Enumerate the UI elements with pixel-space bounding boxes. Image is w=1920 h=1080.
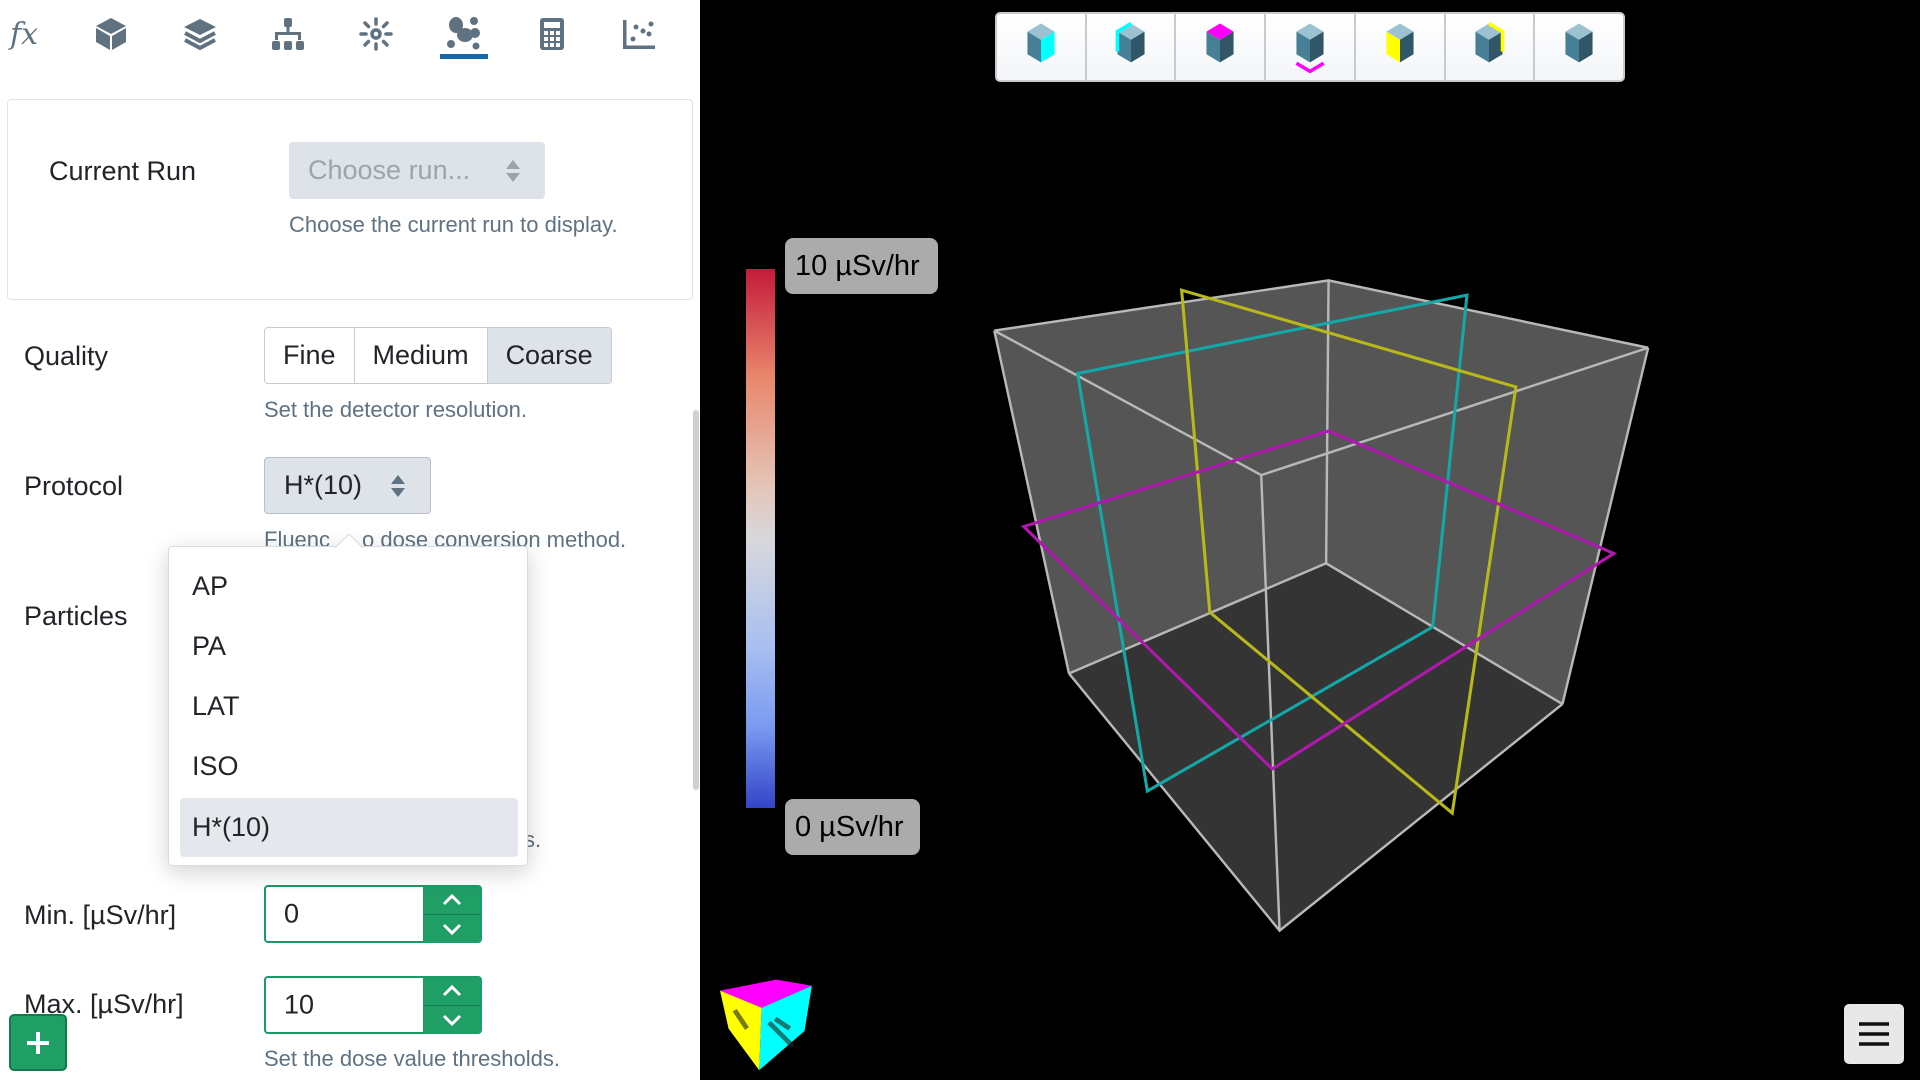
side-panel: fx Current Run Choose run... Choose the … — [0, 0, 700, 1080]
select-arrows-icon — [506, 159, 520, 182]
quality-option-coarse[interactable]: Coarse — [487, 328, 611, 383]
radiation-icon[interactable] — [354, 12, 398, 56]
current-run-select[interactable]: Choose run... — [289, 142, 545, 199]
max-stepper — [423, 977, 481, 1034]
view-front-icon — [1027, 23, 1055, 63]
colorbar-max-label: 10 µSv/hr — [785, 238, 938, 294]
quality-help: Set the detector resolution. — [264, 397, 527, 422]
protocol-option-ap[interactable]: AP — [180, 557, 518, 616]
hamburger-icon — [1859, 1022, 1889, 1046]
current-run-card: Current Run Choose run... Choose the cur… — [7, 99, 693, 300]
protocol-option-lat[interactable]: LAT — [180, 677, 518, 736]
increment-button[interactable] — [423, 977, 481, 1006]
function-icon[interactable]: fx — [2, 12, 46, 56]
current-run-help: Choose the current run to display. — [289, 212, 618, 237]
hierarchy-icon[interactable] — [266, 12, 310, 56]
min-stepper — [423, 886, 481, 943]
colorbar-min-label: 0 µSv/hr — [785, 799, 920, 855]
view-right-icon — [1475, 21, 1505, 63]
quality-option-fine[interactable]: Fine — [265, 328, 355, 383]
scatter-chart-icon[interactable] — [617, 12, 661, 56]
view-top-button[interactable] — [1176, 14, 1267, 80]
protocol-option-iso[interactable]: ISO — [180, 737, 518, 796]
3d-viewport[interactable] — [700, 0, 1920, 1080]
scrollbar[interactable] — [693, 410, 699, 790]
add-button[interactable] — [9, 1014, 67, 1071]
protocol-option-pa[interactable]: PA — [180, 617, 518, 676]
view-top-icon — [1206, 23, 1234, 63]
view-right-button[interactable] — [1446, 14, 1536, 80]
protocol-select[interactable]: H*(10) — [264, 457, 431, 514]
view-bottom-button[interactable] — [1266, 14, 1356, 80]
max-input[interactable]: 10 — [264, 976, 482, 1034]
protocol-dropdown: AP PA LAT ISO H*(10) — [168, 533, 528, 866]
threshold-help: Set the dose value thresholds. — [264, 1046, 560, 1071]
select-arrows-icon — [391, 474, 405, 497]
chevron-down-icon — [442, 923, 462, 935]
box-icon[interactable] — [89, 12, 133, 56]
menu-button[interactable] — [1844, 1004, 1904, 1064]
protocol-label: Protocol — [24, 471, 124, 501]
view-left-icon — [1386, 23, 1414, 63]
view-bottom-icon — [1295, 23, 1325, 74]
dropdown-caret — [335, 533, 363, 548]
calculator-icon[interactable] — [530, 12, 574, 56]
min-label: Min. [µSv/hr] — [24, 900, 177, 930]
view-toolbar — [995, 12, 1625, 82]
chevron-down-icon — [442, 1014, 462, 1026]
current-run-label: Current Run — [49, 156, 197, 186]
view-back-button[interactable] — [1087, 14, 1177, 80]
quality-segmented-control: Fine Medium Coarse — [264, 327, 612, 384]
layers-icon[interactable] — [178, 12, 222, 56]
min-input[interactable]: 0 — [264, 885, 482, 943]
plus-icon — [27, 1031, 49, 1054]
view-iso-icon — [1565, 23, 1593, 63]
particles-icon[interactable] — [442, 12, 486, 56]
chevron-up-icon — [442, 985, 462, 997]
view-iso-button[interactable] — [1535, 14, 1623, 80]
decrement-button[interactable] — [423, 1006, 481, 1034]
chevron-up-icon — [442, 894, 462, 906]
view-left-button[interactable] — [1356, 14, 1446, 80]
protocol-option-h10[interactable]: H*(10) — [180, 798, 518, 857]
active-tab-indicator — [440, 54, 488, 59]
quality-option-medium[interactable]: Medium — [355, 328, 488, 383]
view-front-button[interactable] — [997, 14, 1087, 80]
colorbar — [746, 269, 775, 808]
quality-label: Quality — [24, 341, 109, 371]
increment-button[interactable] — [423, 886, 481, 915]
particles-label: Particles — [24, 601, 128, 631]
view-back-icon — [1115, 21, 1145, 63]
decrement-button[interactable] — [423, 915, 481, 943]
